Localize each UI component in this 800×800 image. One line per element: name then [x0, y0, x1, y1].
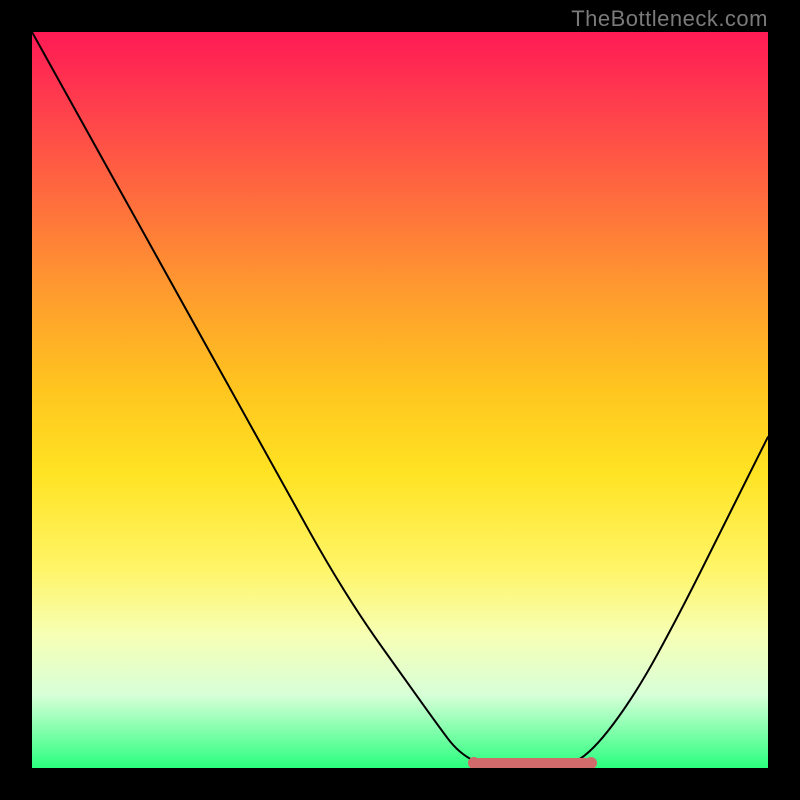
optimal-range-dot-right [585, 757, 597, 768]
bottleneck-curve [32, 32, 768, 768]
optimal-range-dot-left [468, 757, 480, 768]
attribution-text: TheBottleneck.com [571, 6, 768, 32]
optimal-range-strip [474, 758, 592, 768]
curve-line [32, 32, 768, 768]
plot-area [32, 32, 768, 768]
